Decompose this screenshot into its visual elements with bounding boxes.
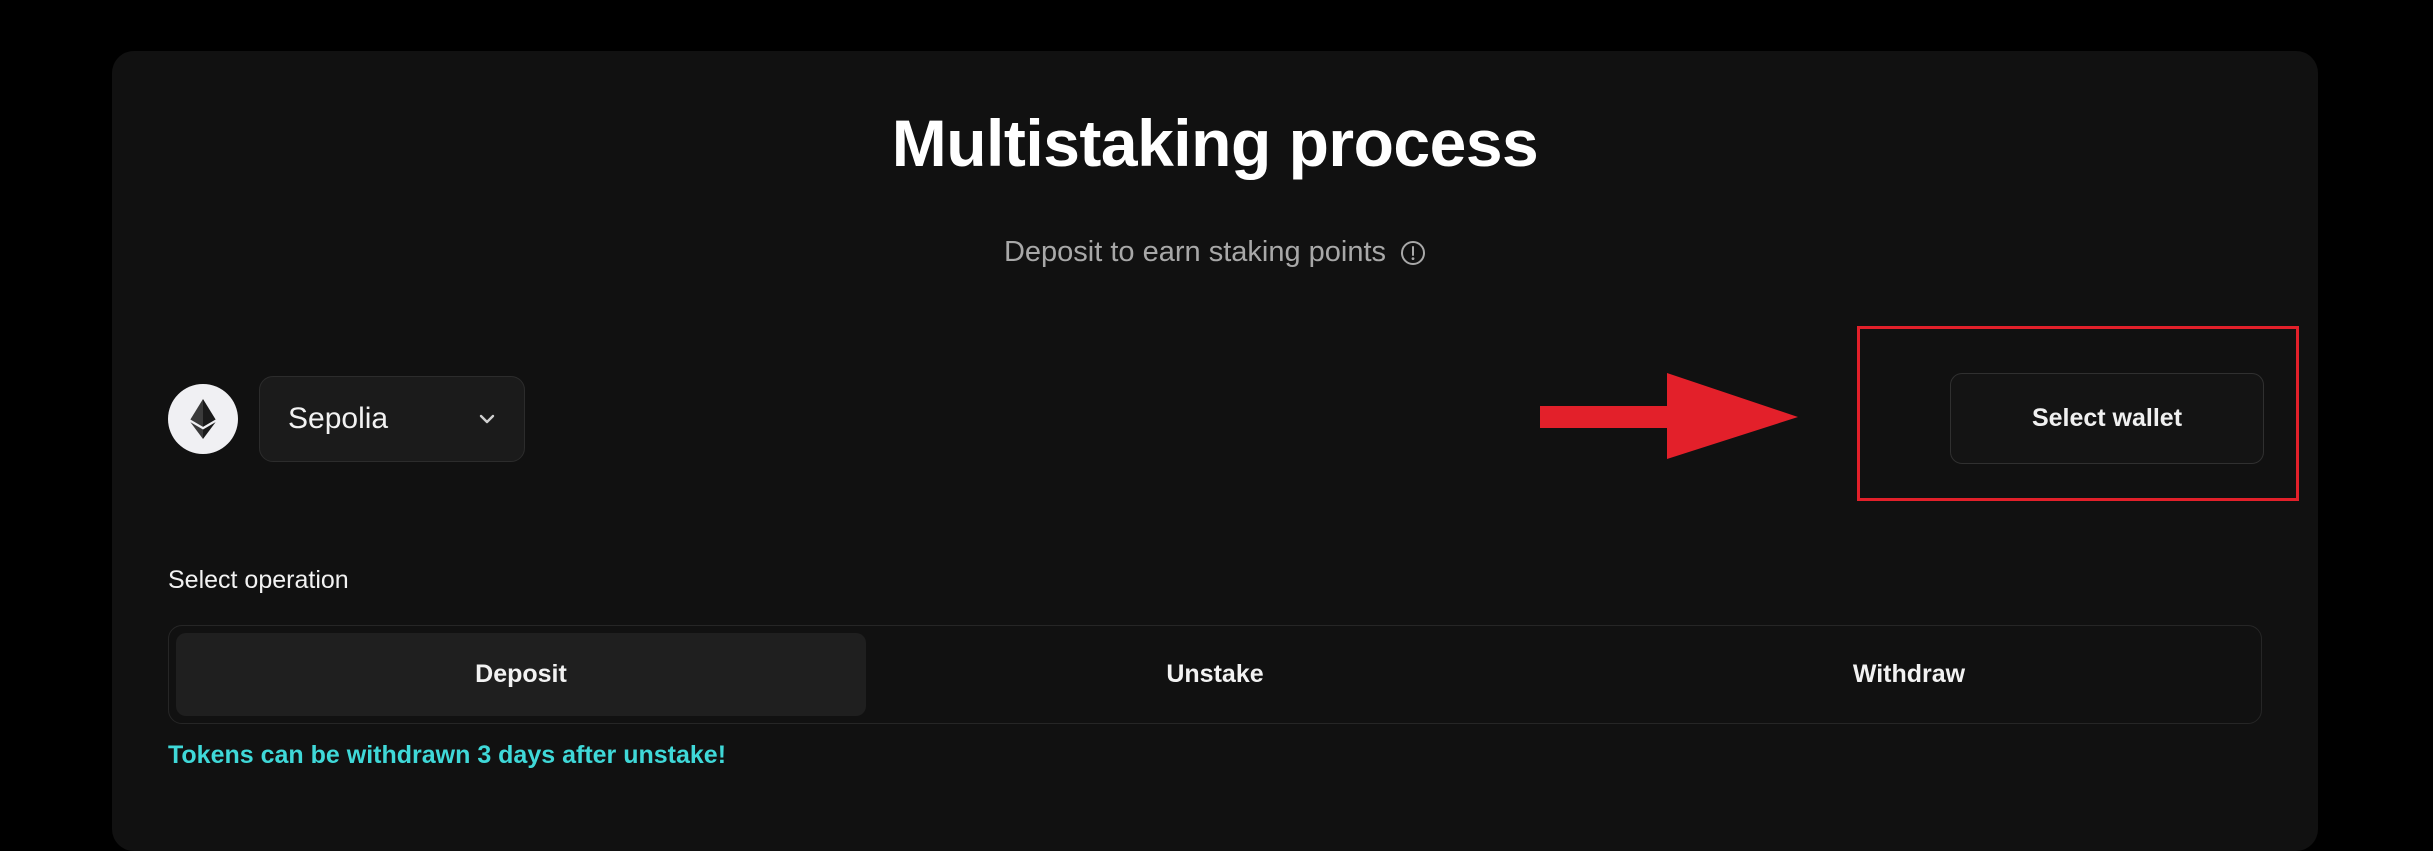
multistaking-card: Multistaking process Deposit to earn sta… [112, 51, 2318, 851]
subtitle-text: Deposit to earn staking points [1003, 236, 1387, 268]
network-select-value: Sepolia [288, 402, 389, 435]
info-icon[interactable] [1400, 240, 1426, 266]
page-subtitle: Deposit to earn staking points [112, 236, 2318, 269]
ethereum-icon [168, 384, 238, 454]
select-wallet-button[interactable]: Select wallet [1950, 373, 2264, 464]
red-arrow-annotation [1540, 373, 1798, 459]
tab-withdraw[interactable]: Withdraw [1564, 633, 2254, 716]
select-operation-label: Select operation [168, 566, 349, 594]
tab-unstake[interactable]: Unstake [870, 633, 1560, 716]
withdraw-notice: Tokens can be withdrawn 3 days after uns… [168, 741, 727, 769]
tab-deposit[interactable]: Deposit [176, 633, 866, 716]
page-title: Multistaking process [891, 106, 1539, 180]
network-select[interactable]: Sepolia [259, 376, 525, 462]
operation-tabs: Deposit Unstake Withdraw [168, 625, 2262, 724]
chevron-down-icon [476, 408, 498, 430]
